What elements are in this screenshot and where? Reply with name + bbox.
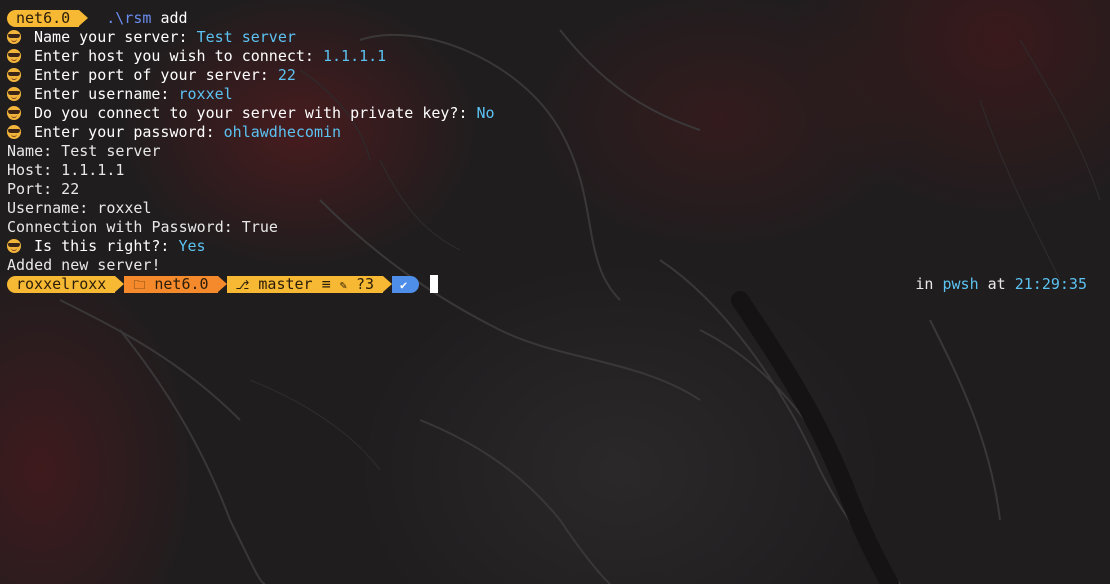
prompt-time: 21:29:35	[1014, 275, 1087, 293]
prompt-segment-dir: net6.0	[7, 10, 80, 27]
sunglasses-emoji-icon	[7, 49, 21, 63]
check-icon: ✔	[400, 278, 408, 292]
current-prompt[interactable]: roxxelroxx 🗀 net6.0 ⎇ master ≡ ✎ ?3 ✔ in pws…	[7, 275, 1103, 294]
text-cursor[interactable]	[430, 275, 439, 293]
prompt-segment-git: ⎇ master ≡ ✎ ?3	[226, 275, 384, 293]
question-answer: Test server	[196, 28, 296, 46]
command-argument: add	[160, 9, 188, 27]
question-answer: ohlawdhecomin	[223, 123, 342, 141]
prompt-segment-dir: 🗀 net6.0	[124, 275, 218, 293]
question-label: Enter port of your server:	[34, 66, 269, 84]
segment-arrow	[79, 10, 89, 26]
confirm-label: Is this right?:	[34, 237, 170, 255]
summary-line: Port: 22	[7, 180, 80, 198]
question-answer: 1.1.1.1	[323, 47, 387, 65]
confirm-line: Is this right?: Yes	[7, 237, 1103, 256]
prompt-segment-user: roxxelroxx	[7, 276, 116, 293]
question-line: Name your server: Test server	[7, 28, 1103, 47]
confirm-answer: Yes	[178, 237, 206, 255]
summary-line: Name: Test server	[7, 142, 161, 160]
segment-arrow	[217, 276, 227, 292]
result-message: Added new server!	[7, 256, 161, 274]
shell-name: pwsh	[942, 275, 979, 293]
terminal-output[interactable]: net6.0 .\rsm add Name your server: Test …	[7, 9, 1103, 294]
question-answer: No	[476, 104, 495, 122]
question-label: Name your server:	[34, 28, 188, 46]
question-label: Enter username:	[34, 85, 170, 103]
folder-icon: 🗀	[133, 278, 146, 292]
edit-icon: ✎	[339, 278, 347, 292]
summary-line: Username: roxxel	[7, 199, 152, 217]
summary-line: Connection with Password: True	[7, 218, 278, 236]
question-label: Enter your password:	[34, 123, 215, 141]
question-line: Enter your password: ohlawdhecomin	[7, 123, 1103, 142]
right-in-label: in	[915, 275, 934, 293]
segment-arrow	[115, 276, 125, 292]
sunglasses-emoji-icon	[7, 106, 21, 120]
question-line: Enter username: roxxel	[7, 85, 1103, 104]
right-at-label: at	[987, 275, 1006, 293]
sunglasses-emoji-icon	[7, 87, 21, 101]
sunglasses-emoji-icon	[7, 125, 21, 139]
question-answer: roxxel	[178, 85, 233, 103]
summary-line: Host: 1.1.1.1	[7, 161, 125, 179]
command-line: net6.0 .\rsm add	[7, 9, 1103, 28]
question-answer: 22	[277, 66, 296, 84]
question-label: Do you connect to your server with priva…	[34, 104, 468, 122]
prompt-dir-label: net6.0	[154, 275, 209, 293]
sunglasses-emoji-icon	[7, 239, 21, 253]
git-sync-status: ≡	[321, 275, 331, 293]
segment-arrow	[383, 276, 393, 292]
git-icon: ⎇	[235, 278, 250, 292]
git-branch: master	[258, 275, 313, 293]
sunglasses-emoji-icon	[7, 30, 21, 44]
command-path: .\rsm	[106, 9, 152, 27]
prompt-right-info: in pwsh at 21:29:35	[915, 275, 1087, 294]
sunglasses-emoji-icon	[7, 68, 21, 82]
question-line: Enter port of your server: 22	[7, 66, 1103, 85]
question-label: Enter host you wish to connect:	[34, 47, 314, 65]
prompt-segment-status: ✔	[392, 276, 420, 293]
git-untracked-count: ?3	[355, 275, 375, 293]
question-line: Enter host you wish to connect: 1.1.1.1	[7, 47, 1103, 66]
question-line: Do you connect to your server with priva…	[7, 104, 1103, 123]
